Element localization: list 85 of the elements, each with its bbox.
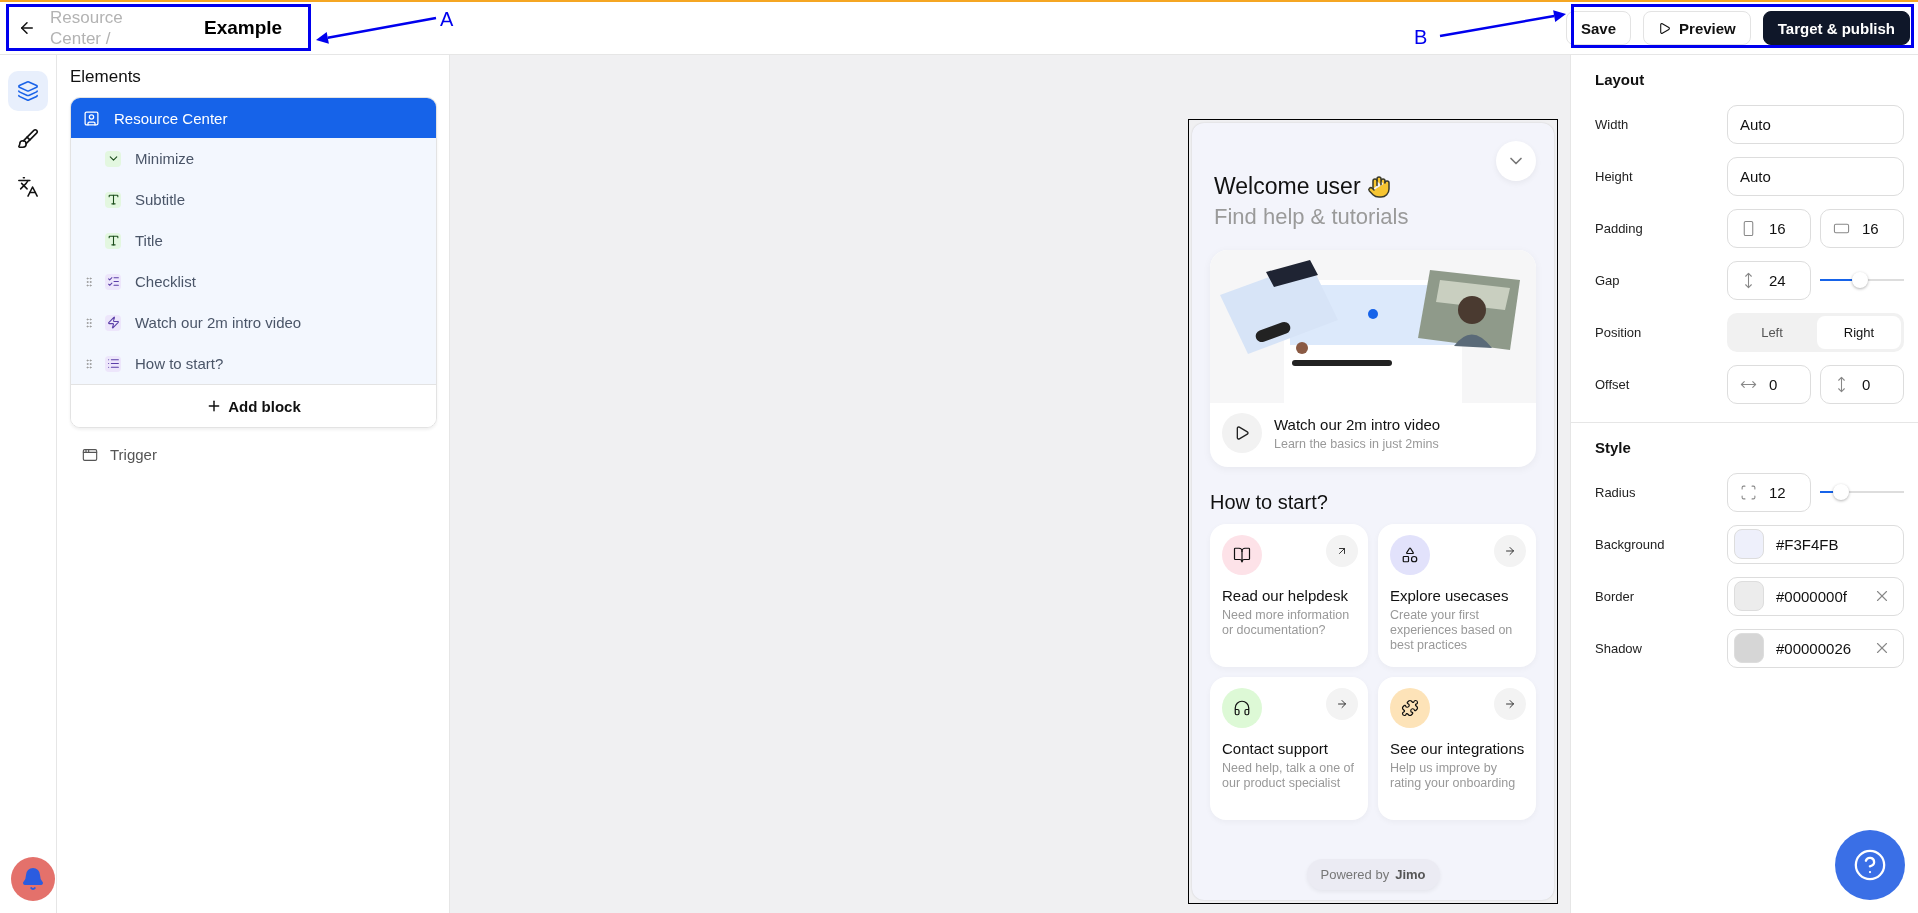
field-label: Radius [1595, 484, 1637, 500]
field-label: Gap [1595, 272, 1621, 288]
number-field[interactable]: 16 [1727, 208, 1811, 248]
video-title: Watch our 2m intro video [1274, 415, 1441, 433]
color-field[interactable]: #00000026 [1727, 628, 1904, 668]
add-block-button[interactable]: Add block [71, 384, 436, 427]
publish-button[interactable]: Target & publish [1762, 11, 1910, 45]
tree-item[interactable]: Trigger [70, 428, 437, 481]
checklist-icon [105, 273, 121, 290]
link-card[interactable]: See our integrations Help us improve by rating your onboarding [1378, 677, 1536, 820]
field-label: Shadow [1595, 640, 1643, 656]
tree-item[interactable]: Minimize [71, 138, 436, 179]
field-icon [1740, 483, 1757, 501]
tree-item[interactable]: How to start? [71, 343, 436, 384]
tree-item[interactable]: Subtitle [71, 179, 436, 220]
number-field[interactable]: 0 [1820, 364, 1904, 404]
annotation-label: B [1414, 26, 1428, 49]
field-label: Width [1595, 116, 1630, 132]
panel-subtitle: Find help & tutorials [1213, 204, 1410, 230]
tree-item[interactable]: Checklist [71, 261, 436, 302]
field-label: Background [1595, 536, 1666, 552]
preview-button[interactable]: Preview [1643, 11, 1751, 45]
panel-heading: Elements [70, 67, 142, 87]
minimize-icon [105, 150, 121, 167]
trigger-icon [82, 446, 98, 463]
section-heading: Layout [1595, 71, 1646, 88]
play-icon [1658, 21, 1672, 35]
card-title: See our integrations [1390, 740, 1526, 758]
play-icon [1222, 413, 1262, 453]
link-card[interactable]: Read our helpdesk Need more information or documentation? [1210, 524, 1368, 667]
tree-item[interactable]: Watch our 2m intro video [71, 302, 436, 343]
slider-thumb[interactable] [1833, 484, 1849, 500]
annotation-label: A [440, 8, 454, 31]
section-title: How to start? [1210, 491, 1329, 514]
card-description: Need help, talk a one of our product specialist [1222, 761, 1356, 791]
text-field[interactable]: Auto [1727, 104, 1904, 144]
waving-hand-icon [1366, 174, 1391, 199]
drag-handle-icon[interactable] [83, 316, 95, 329]
segment-option[interactable]: Left [1730, 315, 1814, 349]
powered-by-badge[interactable]: Powered by Jimo [1306, 859, 1440, 890]
field-label: Border [1595, 588, 1636, 604]
card-title: Contact support [1222, 740, 1329, 758]
link-card[interactable]: Contact support Need help, talk a one of our product specialist [1210, 677, 1368, 820]
tree-item[interactable]: Resource Center [71, 98, 436, 138]
number-field[interactable]: 12 [1727, 472, 1811, 512]
drag-handle-icon[interactable] [83, 275, 95, 288]
color-field[interactable]: #F3F4FB [1727, 524, 1904, 564]
card-description: Help us improve by rating your onboarding [1390, 761, 1517, 791]
number-field[interactable]: 24 [1727, 260, 1811, 300]
layers-tab[interactable] [8, 71, 48, 111]
notification-button[interactable] [11, 857, 55, 901]
field-label: Offset [1595, 376, 1631, 392]
list-icon [105, 355, 121, 372]
bell-icon [21, 867, 45, 891]
user-card-icon [83, 109, 100, 127]
card-description: Need more information or documentation? [1222, 608, 1351, 638]
field-label: Padding [1595, 220, 1644, 236]
text-icon [105, 191, 121, 208]
help-icon [1853, 848, 1887, 882]
panel-title: Welcome user [1214, 173, 1361, 200]
field-label: Position [1595, 324, 1643, 340]
number-field[interactable]: 16 [1820, 208, 1904, 248]
text-field[interactable]: Auto [1727, 156, 1904, 196]
card-description: Create your first experiences based on best practices [1390, 608, 1514, 653]
save-button[interactable]: Save [1566, 11, 1632, 45]
card-title: Read our helpdesk [1222, 587, 1349, 605]
text-icon [105, 232, 121, 249]
number-field[interactable]: 0 [1727, 364, 1811, 404]
card-title: Explore usecases [1390, 587, 1510, 605]
tree-item[interactable]: Title [71, 220, 436, 261]
video-subtitle: Learn the basics in just 2mins [1274, 436, 1440, 451]
back-icon[interactable] [18, 19, 36, 37]
page-title: Example [204, 17, 283, 39]
section-heading: Style [1595, 439, 1632, 456]
drag-handle-icon[interactable] [83, 357, 95, 370]
video-card[interactable]: Watch our 2m intro video Learn the basics in just 2mins [1210, 250, 1536, 467]
slider-thumb[interactable] [1852, 272, 1869, 288]
layers-icon [17, 80, 39, 102]
link-card[interactable]: Explore usecases Create your first experiences based on best practices [1378, 524, 1536, 667]
segment-option[interactable]: Right [1817, 315, 1901, 349]
video-icon [105, 314, 121, 331]
field-label: Height [1595, 168, 1634, 184]
brush-icon [17, 128, 39, 150]
color-field[interactable]: #0000000f [1727, 576, 1904, 616]
translate-icon [17, 176, 39, 198]
